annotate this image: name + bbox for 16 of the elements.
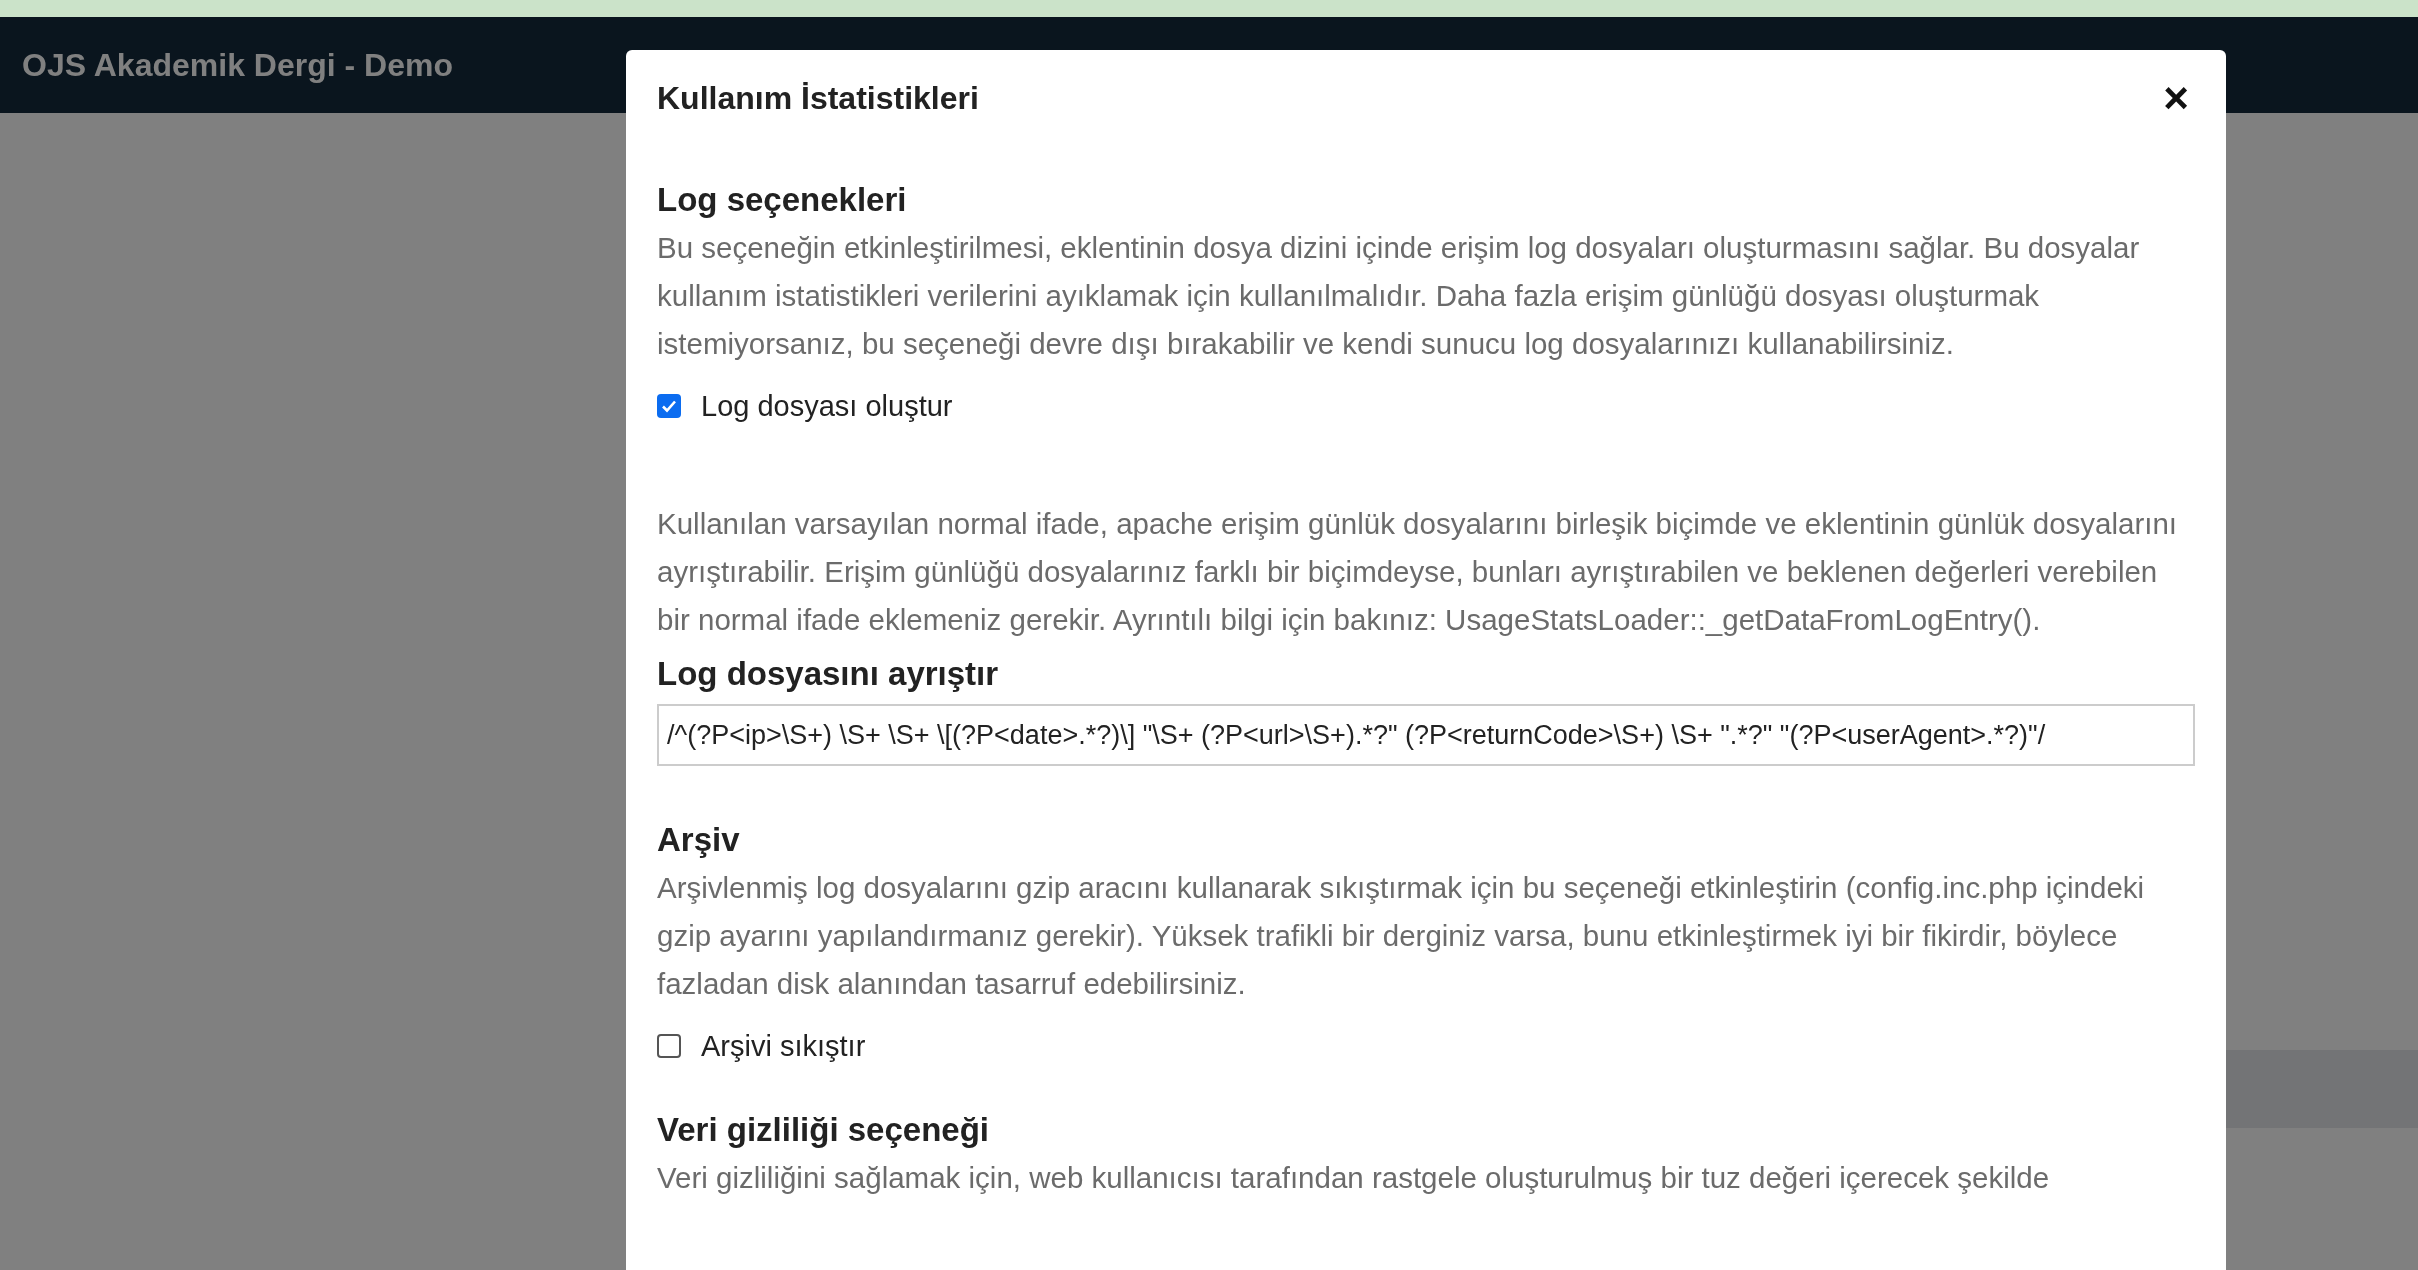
section-description: Veri gizliliğini sağlamak için, web kullanıcısı tarafından rastgele oluşturulmuş bir tuz değeri içerecek şekilde [657,1160,2051,1196]
site-title: OJS Akademik Dergi - Demo [22,46,453,84]
section-heading: Log seçenekleri [657,180,908,220]
regex-input-field[interactable]: /^(?P<ip>\S+) \S+ \S+ \[(?P<date>.*?)\] "\S+ (?P<url>\S+).*?" (?P<returnCode>\S+) \S+ ".*?" "(?P<userAgent>.*?)"/ [657,704,2195,766]
section-description: Arşivlenmiş log dosyalarını gzip aracını kullanarak sıkıştırmak için bu seçeneği etkinleştirin (config.inc.php içindeki gzip ayarını yapılandırmanız gerekir). Yüksek trafikli bir derginiz varsa, bunu etkinleştirmek iyi bir fikirdir, böylece fazladan disk alanından tasarruf edebilirsiniz. [657,870,2146,1002]
section-heading: Arşiv [657,820,741,860]
section-heading: Veri gizliliği seçeneği [657,1110,990,1150]
section-description: Kullanılan varsayılan normal ifade, apache erişim günlük dosyalarını birleşik biçimde ve eklentinin günlük dosyalarını ayrıştırabilir. Erişim günlüğü dosyalarınız farklı bir biçimdeyse, bunları ayrıştırabilen ve beklenen değerleri verebilen bir normal ifade eklemeniz gerekir. Ayrıntılı bilgi için bakınız: UsageStatsLoader::_getDataFromLogEntry(). [657,506,2179,638]
checkbox-label: Log dosyası oluştur [701,389,953,423]
modal-title: Kullanım İstatistikleri [657,79,979,117]
checkbox[interactable] [657,1034,681,1058]
close-button[interactable]: × [2157,76,2195,120]
checkbox-label: Arşivi sıkıştır [701,1029,866,1063]
field-label: Log dosyasını ayrıştır [657,654,1000,694]
checkbox[interactable] [657,394,681,418]
section-description: Bu seçeneğin etkinleştirilmesi, eklentinin dosya dizini içinde erişim log dosyaları oluşturmasını sağlar. Bu dosyalar kullanım istatistikleri verilerini ayıklamak için kullanılmalıdır. Daha fazla erişim günlüğü dosyası oluşturmak istemiyorsanız, bu seçeneği devre dışı bırakabilir ve kendi sunucu log dosyalarınızı kullanabilirsiniz. [657,230,2141,362]
